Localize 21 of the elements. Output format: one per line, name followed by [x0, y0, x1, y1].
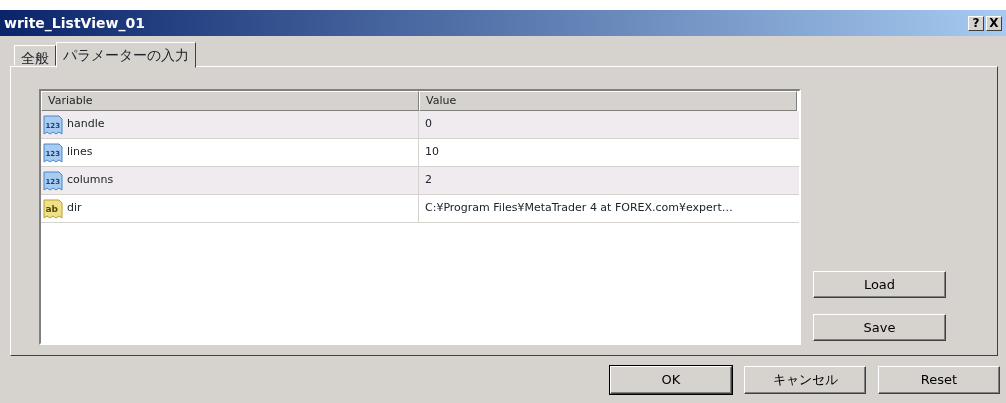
dialog-button[interactable]: Save	[813, 314, 946, 341]
table-cell: C:¥Program Files¥MetaTrader 4 at FOREX.com¥expert…	[425, 200, 733, 217]
dialog-button[interactable]: キャンセル	[744, 366, 866, 394]
table-cell: lines	[67, 144, 93, 161]
dialog-button[interactable]: OK	[610, 366, 732, 394]
window-title: write_ListView_01	[4, 13, 145, 34]
column-header[interactable]: Variable	[41, 91, 419, 111]
table-cell: handle	[67, 116, 105, 133]
dialog-button[interactable]: Reset	[878, 366, 1000, 394]
text-icon: ab	[43, 198, 63, 219]
tab[interactable]: 全般	[14, 45, 56, 66]
column-header[interactable]: Value	[419, 91, 797, 111]
table-cell: 10	[425, 144, 439, 161]
dialog-button[interactable]: Load	[813, 271, 946, 298]
table-cell: dir	[67, 200, 82, 217]
table-cell: columns	[67, 172, 114, 189]
table-cell: 0	[425, 116, 432, 133]
title-bar-button[interactable]: ?	[968, 15, 984, 31]
tab[interactable]: パラメーターの入力	[56, 42, 196, 68]
title-bar-button[interactable]: X	[986, 15, 1002, 31]
table-cell: 2	[425, 172, 432, 189]
